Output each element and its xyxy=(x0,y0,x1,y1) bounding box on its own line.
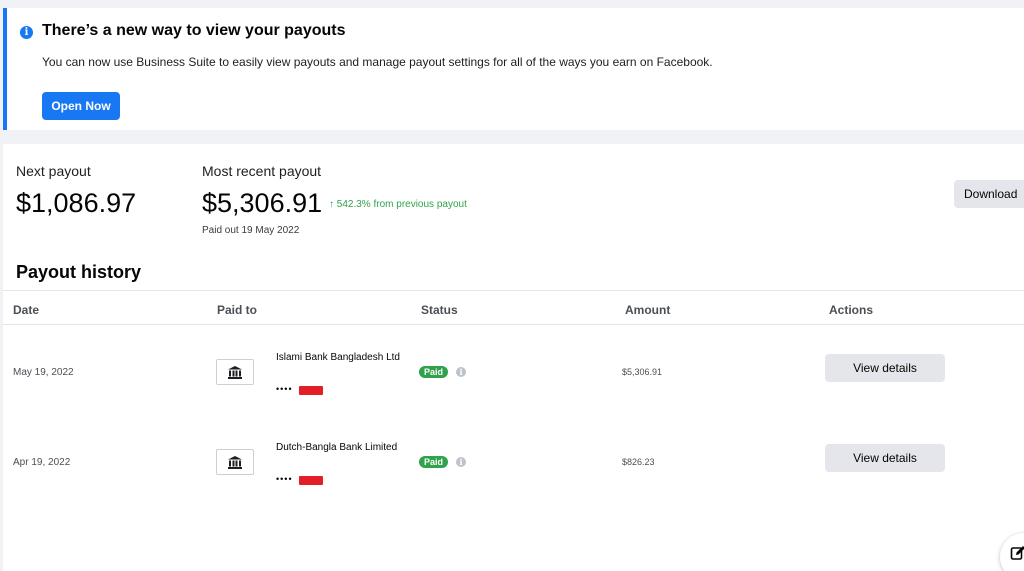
payouts-panel: Next payout $1,086.97 Most recent payout… xyxy=(3,144,1024,571)
row-amount: $826.23 xyxy=(622,457,655,467)
recent-payout-amount: $5,306.91 xyxy=(202,188,323,218)
status-badge: Paid xyxy=(419,456,449,468)
bank-name: Dutch-Bangla Bank Limited xyxy=(276,442,398,453)
status-badge: Paid xyxy=(419,366,449,378)
next-payout-amount: $1,086.97 xyxy=(16,188,137,218)
payout-history-title: Payout history xyxy=(16,262,142,282)
view-details-button[interactable]: View details xyxy=(825,354,945,382)
info-icon: i xyxy=(20,26,33,39)
compose-icon xyxy=(1010,546,1024,560)
payout-trend: ↑ 542.3% from previous payout xyxy=(329,199,467,210)
redacted-account-number xyxy=(299,476,323,485)
column-date: Date xyxy=(13,303,40,317)
paid-out-date: Paid out 19 May 2022 xyxy=(202,225,300,236)
bank-icon xyxy=(216,449,254,475)
bank-icon xyxy=(216,359,254,385)
table-header: Date Paid to Status Amount Actions xyxy=(3,290,1024,325)
banner-title: There’s a new way to view your payouts xyxy=(42,22,346,39)
column-paid-to: Paid to xyxy=(217,303,258,317)
download-button[interactable]: Download xyxy=(954,180,1024,208)
bank-name: Islami Bank Bangladesh Ltd xyxy=(276,352,400,363)
recent-payout-label: Most recent payout xyxy=(202,163,322,179)
banner-text: You can now use Business Suite to easily… xyxy=(42,55,713,69)
view-details-button[interactable]: View details xyxy=(825,444,945,472)
account-mask: •••• xyxy=(276,474,293,484)
table-row: Apr 19, 2022 Dutch-Bangla Bank Limited •… xyxy=(3,416,1024,506)
redacted-account-number xyxy=(299,386,323,395)
open-now-button[interactable]: Open Now xyxy=(42,92,120,120)
status-info-icon[interactable]: i xyxy=(456,367,466,377)
row-date: Apr 19, 2022 xyxy=(13,457,71,468)
next-payout-label: Next payout xyxy=(16,163,91,179)
column-actions: Actions xyxy=(829,303,874,317)
column-status: Status xyxy=(421,303,458,317)
table-row: May 19, 2022 Islami Bank Bangladesh Ltd … xyxy=(3,326,1024,416)
status-info-icon[interactable]: i xyxy=(456,457,466,467)
row-date: May 19, 2022 xyxy=(13,367,74,378)
row-amount: $5,306.91 xyxy=(622,367,663,377)
new-payouts-banner: i There’s a new way to view your payouts… xyxy=(3,8,1024,130)
account-mask: •••• xyxy=(276,384,293,394)
column-amount: Amount xyxy=(625,303,671,317)
